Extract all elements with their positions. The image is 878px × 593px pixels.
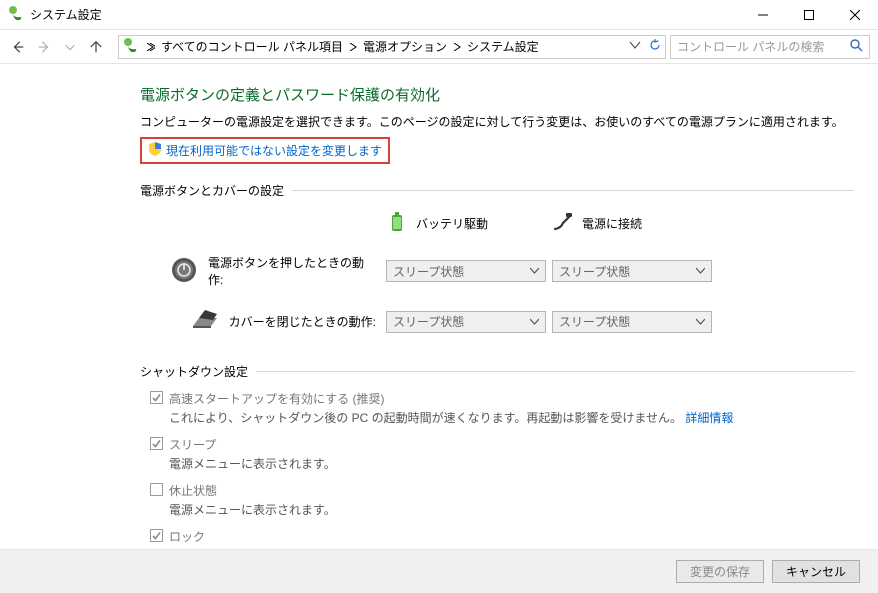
- option-label: スリープ: [169, 436, 336, 453]
- option-checkbox[interactable]: [150, 529, 163, 542]
- search-input[interactable]: [671, 40, 849, 54]
- column-label: 電源に接続: [582, 215, 642, 232]
- power-button-section: 電源ボタンとカバーの設定 バッテリ駆動 電源に接続 電源ボタンを押したときの動作…: [140, 182, 854, 345]
- shutdown-option: 高速スタートアップを有効にする (推奨) これにより、シャットダウン後の PC の…: [150, 390, 854, 432]
- option-checkbox[interactable]: [150, 391, 163, 404]
- select-value: スリープ状態: [393, 313, 464, 330]
- column-label: バッテリ駆動: [416, 215, 488, 232]
- option-label: 休止状態: [169, 482, 336, 499]
- cancel-button[interactable]: キャンセル: [772, 560, 860, 583]
- shutdown-legend: シャットダウン設定: [140, 363, 256, 380]
- window-controls: [740, 0, 878, 30]
- save-button[interactable]: 変更の保存: [676, 560, 764, 583]
- breadcrumbs: すべてのコントロール パネル項目 電源オプション システム設定: [143, 38, 625, 55]
- maximize-button[interactable]: [786, 0, 832, 30]
- nav-recent-dropdown[interactable]: [58, 35, 82, 59]
- chevron-down-icon: [530, 315, 539, 329]
- nav-up-button[interactable]: [84, 35, 108, 59]
- refresh-icon[interactable]: [649, 39, 661, 54]
- plug-icon: [552, 211, 574, 236]
- power-button-plugged-select[interactable]: スリープ状態: [552, 260, 712, 282]
- details-link[interactable]: 詳細情報: [685, 411, 733, 425]
- row-power-button: 電源ボタンを押したときの動作:: [170, 254, 380, 288]
- lid-icon: [191, 306, 219, 337]
- shutdown-option: 休止状態電源メニューに表示されます。: [150, 482, 854, 524]
- shutdown-option: スリープ電源メニューに表示されます。: [150, 436, 854, 478]
- minimize-button[interactable]: [740, 0, 786, 30]
- chevron-right-icon[interactable]: [449, 40, 465, 54]
- titlebar: システム設定: [0, 0, 878, 30]
- option-checkbox[interactable]: [150, 437, 163, 450]
- select-value: スリープ状態: [559, 313, 630, 330]
- breadcrumb-item[interactable]: すべてのコントロール パネル項目: [159, 38, 345, 55]
- select-value: スリープ状態: [393, 263, 464, 280]
- power-icon: [170, 256, 198, 287]
- lid-close-on-battery-select[interactable]: スリープ状態: [386, 311, 546, 333]
- option-description: 電源メニューに表示されます。: [169, 501, 336, 518]
- breadcrumb-item[interactable]: システム設定: [465, 38, 541, 55]
- chevron-down-icon: [696, 264, 705, 278]
- change-unavailable-settings-link[interactable]: 現在利用可能ではない設定を変更します: [140, 137, 390, 164]
- crumb-prefix-sep-icon[interactable]: [143, 40, 159, 54]
- row-label-text: カバーを閉じたときの動作:: [229, 313, 376, 330]
- breadcrumb-item[interactable]: 電源オプション: [361, 38, 449, 55]
- select-value: スリープ状態: [559, 263, 630, 280]
- footer: 変更の保存 キャンセル: [0, 549, 878, 593]
- column-header-plugged: 電源に接続: [552, 211, 712, 236]
- address-dropdown-icon[interactable]: [629, 39, 641, 54]
- admin-link-label: 現在利用可能ではない設定を変更します: [166, 142, 382, 159]
- option-label: ロック: [169, 528, 408, 545]
- row-label-text: 電源ボタンを押したときの動作:: [208, 254, 376, 288]
- chevron-right-icon[interactable]: [345, 40, 361, 54]
- lid-close-plugged-select[interactable]: スリープ状態: [552, 311, 712, 333]
- row-lid-close: カバーを閉じたときの動作:: [170, 306, 380, 337]
- chevron-down-icon: [696, 315, 705, 329]
- column-header-battery: バッテリ駆動: [386, 211, 546, 236]
- power-button-on-battery-select[interactable]: スリープ状態: [386, 260, 546, 282]
- power-button-legend: 電源ボタンとカバーの設定: [140, 182, 292, 199]
- nav-back-button[interactable]: [6, 35, 30, 59]
- address-bar[interactable]: すべてのコントロール パネル項目 電源オプション システム設定: [118, 35, 666, 59]
- option-description: 電源メニューに表示されます。: [169, 455, 336, 472]
- close-button[interactable]: [832, 0, 878, 30]
- search-box[interactable]: [670, 35, 870, 59]
- option-description: これにより、シャットダウン後の PC の起動時間が速くなります。再起動は影響を受…: [169, 409, 733, 426]
- chevron-down-icon: [530, 264, 539, 278]
- nav-forward-button[interactable]: [32, 35, 56, 59]
- battery-icon: [386, 211, 408, 236]
- option-checkbox[interactable]: [150, 483, 163, 496]
- window-title: システム設定: [30, 6, 102, 23]
- shutdown-section: シャットダウン設定 高速スタートアップを有効にする (推奨) これにより、シャット…: [140, 363, 854, 574]
- app-icon: [8, 5, 24, 24]
- page-description: コンピューターの電源設定を選択できます。このページの設定に対して行う変更は、お使…: [140, 113, 854, 131]
- page-heading: 電源ボタンの定義とパスワード保護の有効化: [140, 84, 854, 105]
- uac-shield-icon: [148, 142, 166, 159]
- address-icon: [119, 37, 139, 56]
- content-area: 電源ボタンの定義とパスワード保護の有効化 コンピューターの電源設定を選択できます…: [0, 64, 878, 574]
- search-icon[interactable]: [849, 38, 869, 55]
- option-label: 高速スタートアップを有効にする (推奨): [169, 390, 733, 407]
- navbar: すべてのコントロール パネル項目 電源オプション システム設定: [0, 30, 878, 64]
